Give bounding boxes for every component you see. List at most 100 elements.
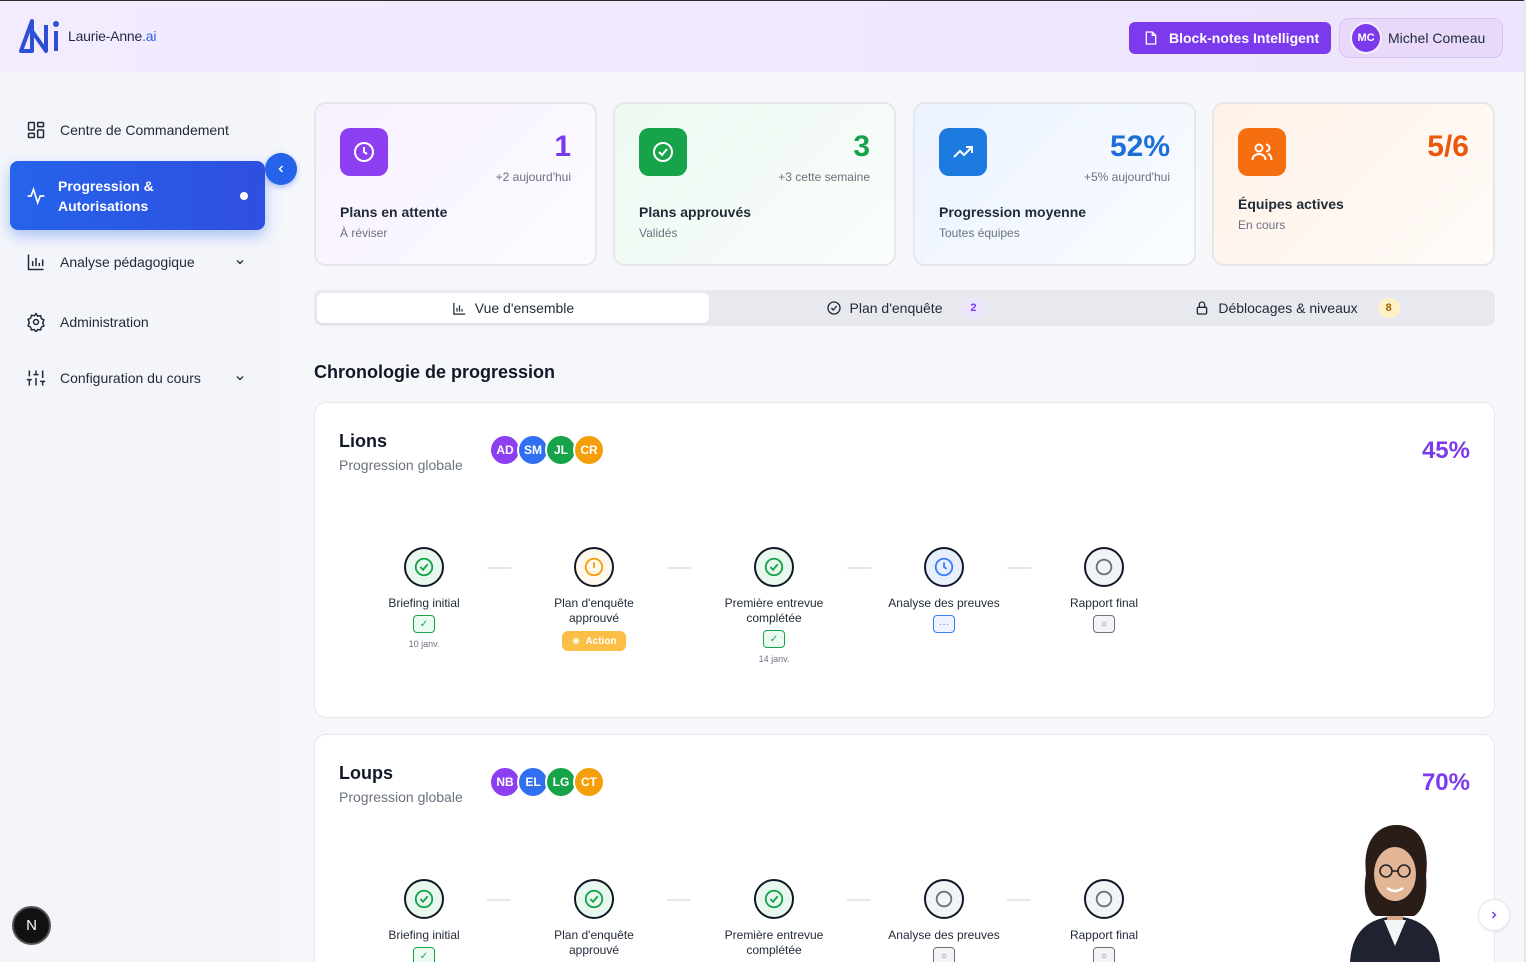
sidebar-item-pedagogical-analysis[interactable]: Analyse pédagogique bbox=[26, 252, 256, 272]
sidebar: Centre de Commandement Progression & Aut… bbox=[0, 72, 282, 962]
step-name: Analyse des preuves bbox=[888, 596, 1000, 610]
user-name: Michel Comeau bbox=[1388, 30, 1486, 46]
clock-icon bbox=[924, 547, 964, 587]
action-badge[interactable]: Action bbox=[562, 631, 626, 651]
tab-count-badge: 8 bbox=[1377, 298, 1400, 318]
sidebar-item-course-config[interactable]: Configuration du cours bbox=[26, 368, 256, 388]
sidebar-item-label: Administration bbox=[60, 314, 149, 330]
circle-icon bbox=[1084, 879, 1124, 919]
step-name: Briefing initial bbox=[388, 928, 460, 942]
stat-delta: +2 aujourd'hui bbox=[495, 170, 571, 184]
timeline-step[interactable]: Analyse des preuves ··· bbox=[864, 547, 1024, 633]
sidebar-item-progression[interactable]: Progression & Autorisations bbox=[10, 161, 265, 230]
user-menu[interactable]: MC Michel Comeau bbox=[1339, 18, 1503, 58]
sidebar-item-administration[interactable]: Administration bbox=[26, 312, 149, 332]
stat-label: Plans en attente bbox=[340, 204, 448, 220]
gear-icon bbox=[27, 312, 45, 332]
stat-card-approved-plans[interactable]: 3 +3 cette semaine Plans approuvés Valid… bbox=[613, 102, 896, 266]
step-name: Plan d'enquête approuvé bbox=[554, 596, 634, 625]
step-name: Rapport final bbox=[1069, 928, 1139, 942]
next-button[interactable] bbox=[1478, 899, 1510, 931]
tab-overview[interactable]: Vue d'ensemble bbox=[317, 293, 709, 323]
team-subtitle: Progression globale bbox=[339, 457, 463, 473]
timeline-connector bbox=[667, 899, 691, 901]
step-name: Analyse des preuves bbox=[888, 928, 1000, 942]
tab-unlocks-levels[interactable]: Déblocages & niveaux 8 bbox=[1101, 293, 1493, 323]
stat-card-avg-progress[interactable]: 52% +5% aujourd'hui Progression moyenne … bbox=[913, 102, 1196, 266]
timeline-step[interactable]: Analyse des preuves ○ bbox=[864, 879, 1024, 962]
timeline-step[interactable]: Briefing initial ✓ bbox=[344, 879, 504, 962]
circle-icon bbox=[924, 879, 964, 919]
circle-icon bbox=[1084, 547, 1124, 587]
check-icon: ✓ bbox=[413, 947, 435, 962]
step-name: Plan d'enquête approuvé bbox=[554, 928, 634, 957]
stat-delta: +3 cette semaine bbox=[778, 170, 870, 184]
timeline-step[interactable]: Briefing initial ✓ 10 janv. bbox=[344, 547, 504, 649]
dev-tools-badge[interactable]: N bbox=[12, 906, 51, 945]
smart-notes-button[interactable]: Block-notes Intelligent bbox=[1129, 22, 1331, 54]
timeline-step[interactable]: Rapport final ○ bbox=[1024, 547, 1184, 633]
top-header: Laurie-Anne.ai Block-notes Intelligent M… bbox=[0, 0, 1526, 72]
sidebar-item-label: Progression & Autorisations bbox=[58, 177, 154, 214]
timeline-step[interactable]: Plan d'enquête approuvé bbox=[514, 879, 674, 958]
timeline-step[interactable]: Rapport final ○ bbox=[1024, 879, 1184, 962]
chevron-down-icon bbox=[236, 376, 244, 381]
stat-value: 3 bbox=[853, 130, 870, 163]
chevron-down-icon bbox=[236, 260, 244, 265]
circle-icon: ○ bbox=[1093, 615, 1115, 633]
lock-icon bbox=[1197, 301, 1208, 315]
users-icon bbox=[1238, 128, 1286, 176]
brand-logo[interactable]: Laurie-Anne.ai bbox=[18, 17, 156, 55]
note-icon bbox=[1145, 31, 1157, 45]
check-circle-icon bbox=[574, 879, 614, 919]
check-circle-icon bbox=[404, 879, 444, 919]
check-circle-icon bbox=[639, 128, 687, 176]
chevron-left-icon bbox=[278, 165, 284, 173]
team-name: Loups bbox=[339, 763, 393, 783]
bar-chart-icon bbox=[453, 302, 465, 315]
assistant-avatar[interactable] bbox=[1332, 816, 1458, 962]
chevron-right-icon bbox=[1491, 911, 1497, 919]
step-name: Rapport final bbox=[1069, 596, 1139, 610]
action-label: Action bbox=[585, 635, 617, 647]
timeline-connector bbox=[487, 567, 511, 569]
timeline-step[interactable]: Première entrevue complétée bbox=[694, 879, 854, 958]
tab-investigation-plan[interactable]: Plan d'enquête 2 bbox=[709, 293, 1101, 323]
bar-chart-icon bbox=[27, 254, 44, 271]
activity-icon bbox=[27, 186, 45, 205]
sidebar-item-label: Configuration du cours bbox=[60, 370, 201, 386]
trending-up-icon bbox=[939, 128, 987, 176]
stat-value: 52% bbox=[1109, 130, 1170, 163]
member-avatar[interactable]: CR bbox=[573, 434, 605, 466]
team-members: NB EL LG CT bbox=[489, 766, 605, 798]
tab-label: Vue d'ensemble bbox=[474, 300, 575, 316]
sparkle-icon bbox=[572, 637, 581, 645]
clock-icon bbox=[340, 128, 388, 176]
timeline-step[interactable]: Plan d'enquête approuvé Action bbox=[514, 547, 674, 651]
sliders-icon bbox=[26, 370, 46, 386]
sidebar-item-label: Analyse pédagogique bbox=[60, 254, 195, 270]
stat-card-pending-plans[interactable]: 1 +2 aujourd'hui Plans en attente À révi… bbox=[314, 102, 597, 266]
tab-label: Déblocages & niveaux bbox=[1218, 300, 1358, 316]
timeline-step[interactable]: Première entrevue complétée ✓ 14 janv. bbox=[694, 547, 854, 664]
team-card-lions[interactable]: Lions Progression globale AD SM JL CR 45… bbox=[314, 402, 1495, 718]
stat-card-active-teams[interactable]: 5/6 Équipes actives En cours bbox=[1212, 102, 1495, 266]
sidebar-item-command-center[interactable]: Centre de Commandement bbox=[26, 120, 229, 140]
avatar: MC bbox=[1352, 24, 1380, 52]
team-card-loups[interactable]: Loups Progression globale NB EL LG CT 70… bbox=[314, 734, 1495, 962]
logo-mark-icon bbox=[19, 19, 59, 53]
tab-count-badge: 2 bbox=[962, 298, 985, 318]
member-avatar[interactable]: CT bbox=[573, 766, 605, 798]
check-circle-icon bbox=[754, 879, 794, 919]
timeline-connector bbox=[667, 567, 691, 569]
step-name: Première entrevue complétée bbox=[724, 596, 824, 625]
sidebar-collapse-button[interactable] bbox=[265, 153, 297, 185]
stat-delta: +5% aujourd'hui bbox=[1083, 170, 1170, 184]
check-circle-icon bbox=[826, 301, 841, 315]
smart-notes-label: Block-notes Intelligent bbox=[1169, 30, 1320, 46]
ellipsis-icon: ··· bbox=[933, 615, 955, 633]
check-circle-icon bbox=[404, 547, 444, 587]
section-title: Chronologie de progression bbox=[314, 362, 556, 382]
stat-label: Progression moyenne bbox=[939, 204, 1087, 220]
team-members: AD SM JL CR bbox=[489, 434, 605, 466]
